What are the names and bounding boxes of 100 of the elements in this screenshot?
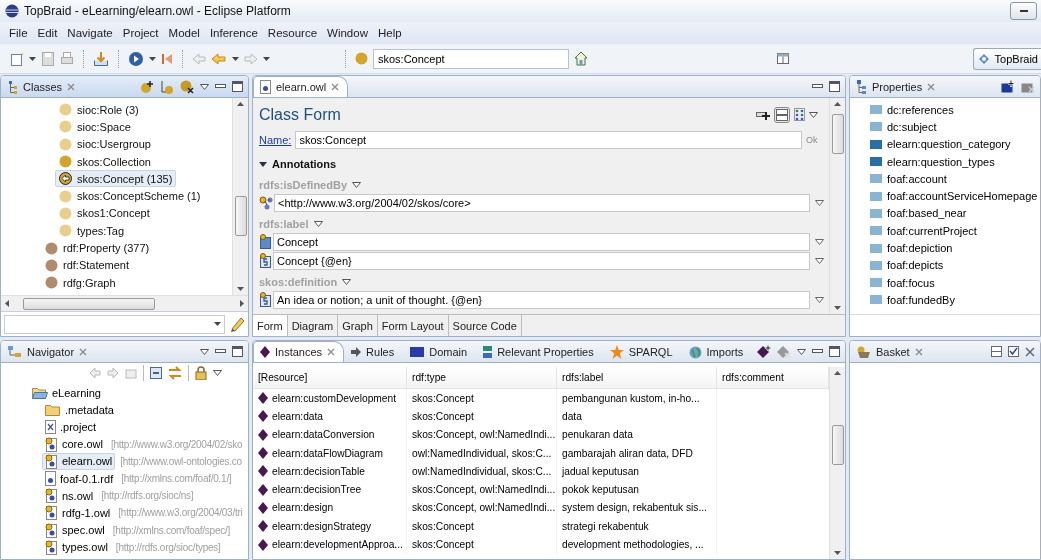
tree-item[interactable]: sioc:Role (3) <box>55 101 143 119</box>
scroll-up-arrow-icon[interactable] <box>237 102 244 106</box>
vertical-scrollbar[interactable] <box>829 98 845 314</box>
tree-item[interactable]: types.owl <box>42 538 111 556</box>
caret-icon[interactable] <box>232 56 239 61</box>
tree-item[interactable]: sioc:Usergroup <box>55 135 155 153</box>
tree-item[interactable]: skos:Concept (135) <box>55 170 177 188</box>
scroll-thumb[interactable] <box>234 196 247 236</box>
expanded-triangle-icon[interactable] <box>259 160 267 168</box>
scroll-thumb[interactable] <box>23 297 155 310</box>
view-menu-icon[interactable] <box>313 220 323 227</box>
column-header[interactable]: [Resource] <box>253 367 407 388</box>
dropdown-icon[interactable] <box>815 199 824 206</box>
close-icon[interactable] <box>927 83 936 91</box>
tree-item[interactable]: rdf:Property (377) <box>41 239 154 257</box>
tree-item[interactable]: foaf:based_near <box>887 207 967 220</box>
minimize-icon[interactable] <box>812 349 823 354</box>
tab[interactable]: Domain <box>403 341 477 362</box>
tree-item[interactable]: rdfg:Graph <box>41 274 120 292</box>
check-icon[interactable] <box>1008 346 1019 357</box>
import-icon[interactable] <box>93 50 109 67</box>
value-field[interactable]: Concept {@en} <box>273 251 810 270</box>
dropdown-icon[interactable] <box>815 238 824 245</box>
tree-item[interactable]: eLearning <box>29 384 104 402</box>
tree-item[interactable]: foaf:currentProject <box>887 224 977 237</box>
minimize-icon[interactable] <box>215 84 226 89</box>
name-link[interactable]: Name: <box>259 133 292 146</box>
caret-icon[interactable] <box>263 56 270 61</box>
add-sibling-icon[interactable] <box>160 79 174 94</box>
scroll-thumb[interactable] <box>831 425 844 465</box>
view-menu-icon[interactable] <box>200 83 209 90</box>
tree-item[interactable]: foaf:fundedBy <box>887 293 955 306</box>
close-icon[interactable] <box>914 348 923 356</box>
caret-icon[interactable] <box>214 322 221 326</box>
tree-item[interactable]: elearn:question_types <box>887 155 995 168</box>
tab[interactable]: Diagram <box>287 315 339 336</box>
name-field[interactable]: skos:Concept <box>295 130 802 149</box>
tree-item[interactable]: rdfg-1.owl <box>42 504 114 522</box>
caret-icon[interactable] <box>29 56 36 61</box>
close-icon[interactable] <box>327 348 336 356</box>
vertical-scrollbar[interactable] <box>829 367 845 559</box>
close-icon[interactable] <box>67 83 76 91</box>
view-menu-icon[interactable] <box>809 111 818 118</box>
palette-icon[interactable] <box>794 108 805 121</box>
close-icon[interactable] <box>79 348 88 356</box>
maximize-icon[interactable] <box>829 81 840 92</box>
add-subclass-icon[interactable] <box>140 79 154 94</box>
view-menu-icon[interactable] <box>352 181 362 188</box>
delete-class-icon[interactable] <box>180 79 194 94</box>
tab[interactable]: Source Code <box>448 315 522 336</box>
maximize-icon[interactable] <box>232 346 243 357</box>
add-property-icon[interactable] <box>1001 80 1015 93</box>
menu-item[interactable]: Edit <box>32 27 63 39</box>
menu-item[interactable]: Help <box>372 27 407 39</box>
tree-item[interactable]: foaf:account <box>887 172 947 185</box>
tree-item[interactable]: .project <box>42 418 100 436</box>
column-header[interactable]: rdfs:label <box>557 367 717 388</box>
scroll-up-arrow-icon[interactable] <box>834 102 841 106</box>
column-header[interactable]: rdf:type <box>407 367 557 388</box>
scroll-up-arrow-icon[interactable] <box>834 371 841 375</box>
tree-item[interactable]: core.owl <box>42 435 106 453</box>
tree-item[interactable]: sioc:Space <box>55 118 135 136</box>
menu-item[interactable]: Project <box>117 27 164 39</box>
tab[interactable]: Graph <box>338 315 378 336</box>
tab[interactable]: SPARQL <box>602 341 682 362</box>
menu-item[interactable]: Navigate <box>62 27 118 39</box>
tab[interactable]: Rules <box>344 341 404 362</box>
filter-field[interactable] <box>4 314 225 334</box>
menu-item[interactable]: Resource <box>262 27 323 39</box>
clear-icon[interactable] <box>1025 346 1035 357</box>
minimize-button[interactable] <box>1010 2 1037 20</box>
tree-item[interactable]: foaf:depicts <box>887 259 944 272</box>
minimize-icon[interactable] <box>812 84 823 89</box>
lock-icon[interactable] <box>195 366 207 380</box>
close-icon[interactable] <box>331 83 340 91</box>
tree-item[interactable]: elearn.owl <box>42 452 116 470</box>
home-icon[interactable] <box>574 50 588 67</box>
tree-item[interactable]: elearn:question_category <box>887 138 1011 151</box>
scroll-thumb[interactable] <box>831 114 844 154</box>
open-perspective-icon[interactable] <box>775 50 790 67</box>
collapse-icon[interactable] <box>991 346 1002 357</box>
scroll-right-arrow-icon[interactable] <box>240 300 244 307</box>
collapse-all-icon[interactable] <box>150 367 162 379</box>
value-field[interactable]: Concept <box>273 232 810 251</box>
menu-item[interactable]: File <box>4 27 33 39</box>
horizontal-scrollbar[interactable] <box>1 295 248 311</box>
tree-item[interactable]: foaf:depiction <box>887 242 953 254</box>
run-icon[interactable] <box>128 50 144 67</box>
perspective-button[interactable]: TopBraid <box>972 47 1041 70</box>
add-instance-icon[interactable] <box>757 344 771 359</box>
delete-instance-icon[interactable] <box>777 344 791 359</box>
tree-item[interactable]: types:Tag <box>55 222 129 240</box>
minimize-icon[interactable] <box>215 349 226 354</box>
link-editor-icon[interactable] <box>168 366 182 380</box>
tree-item[interactable]: skos:ConceptScheme (1) <box>55 187 205 205</box>
search-field[interactable]: skos:Concept <box>373 48 569 69</box>
menu-item[interactable]: Window <box>322 27 373 39</box>
value-field[interactable]: <http://www.w3.org/2004/02/skos/core> <box>274 193 810 212</box>
menu-item[interactable]: Model <box>163 27 205 39</box>
tree-item[interactable]: .metadata <box>42 401 117 419</box>
